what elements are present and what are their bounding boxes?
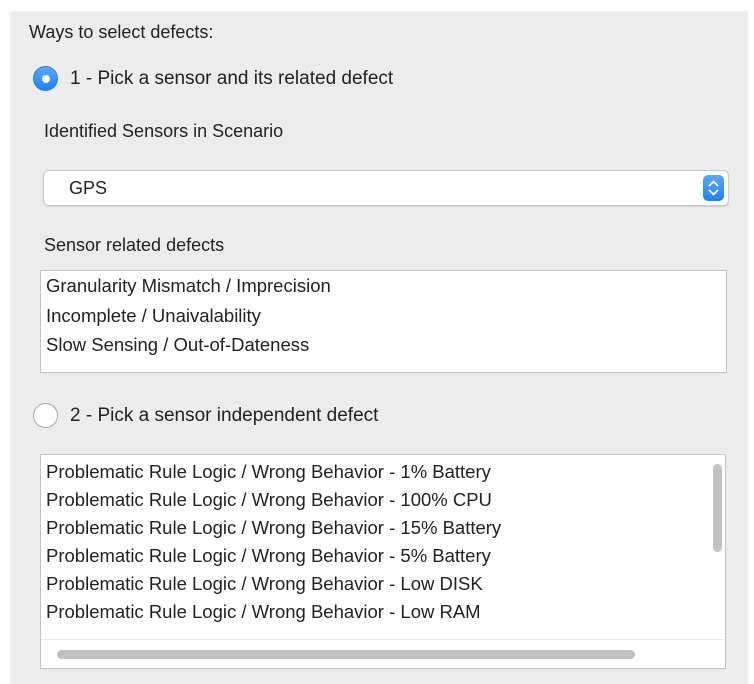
list-item[interactable]: Incomplete / Unaivalability: [41, 301, 726, 331]
horizontal-scrollbar[interactable]: [57, 650, 635, 659]
sensor-select[interactable]: GPS: [43, 170, 729, 206]
list-item[interactable]: Problematic Rule Logic / Wrong Behavior …: [41, 598, 501, 626]
radio-button-unselected[interactable]: [33, 403, 58, 428]
option-sensor-related[interactable]: 1 - Pick a sensor and its related defect: [33, 66, 393, 91]
option-sensor-related-label: 1 - Pick a sensor and its related defect: [70, 67, 394, 89]
sensor-select-value: GPS: [69, 178, 108, 198]
related-defects-label: Sensor related defects: [44, 235, 225, 255]
sensors-label: Identified Sensors in Scenario: [44, 121, 284, 141]
list-item[interactable]: Problematic Rule Logic / Wrong Behavior …: [41, 486, 501, 514]
option-sensor-independent-label: 2 - Pick a sensor independent defect: [70, 404, 379, 426]
related-defects-list[interactable]: Granularity Mismatch / Imprecision Incom…: [40, 270, 727, 373]
vertical-scrollbar[interactable]: [713, 464, 722, 552]
list-item[interactable]: Problematic Rule Logic / Wrong Behavior …: [41, 542, 501, 570]
list-item[interactable]: Problematic Rule Logic / Wrong Behavior …: [41, 458, 501, 486]
list-item[interactable]: Problematic Rule Logic / Wrong Behavior …: [41, 514, 501, 542]
select-arrows-icon[interactable]: [703, 175, 724, 201]
radio-button-selected[interactable]: [33, 66, 58, 91]
list-item[interactable]: Granularity Mismatch / Imprecision: [41, 271, 726, 301]
option-sensor-independent[interactable]: 2 - Pick a sensor independent defect: [33, 403, 378, 428]
section-title: Ways to select defects:: [29, 22, 214, 42]
independent-defects-list[interactable]: Problematic Rule Logic / Wrong Behavior …: [40, 454, 726, 669]
list-item[interactable]: Slow Sensing / Out-of-Dateness: [41, 330, 726, 360]
list-item[interactable]: Problematic Rule Logic / Wrong Behavior …: [41, 570, 501, 598]
